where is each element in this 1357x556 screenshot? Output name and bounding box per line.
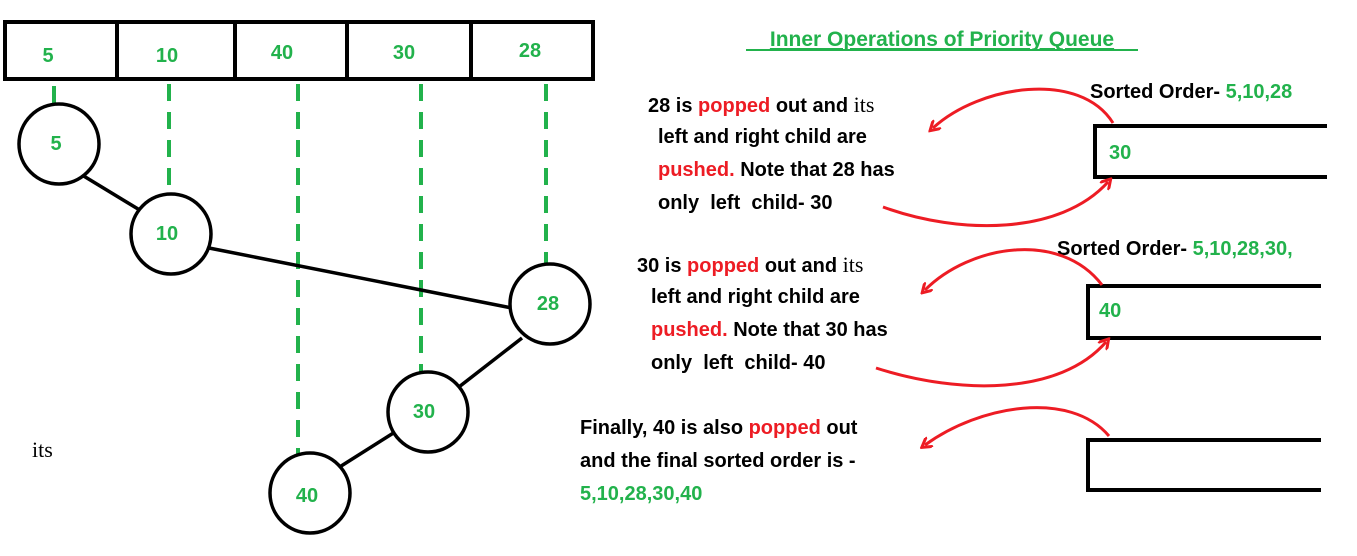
- svg-text:30: 30: [1109, 142, 1131, 164]
- array-cell-2: 10: [156, 45, 178, 67]
- svg-text:and the final sorted order is: and the final sorted order is -: [580, 450, 856, 472]
- svg-text:40: 40: [296, 485, 318, 507]
- step-1-description: 28 is popped out and its left and right …: [648, 92, 895, 214]
- svg-text:28: 28: [537, 293, 559, 315]
- svg-text:30 is popped out and its: 30 is popped out and its: [637, 252, 863, 277]
- svg-text:Sorted Order- 5,10,28,30,: Sorted Order- 5,10,28,30,: [1057, 238, 1293, 260]
- array-cell-3: 40: [271, 42, 293, 64]
- svg-text:only left child- 40: only left child- 40: [651, 352, 825, 374]
- step-1-queue-box: 30: [1093, 124, 1327, 179]
- step-2-sorted-order: Sorted Order- 5,10,28,30,: [1057, 238, 1293, 260]
- svg-text:5: 5: [50, 133, 61, 155]
- svg-text:Sorted Order- 5,10,28: Sorted Order- 5,10,28: [1090, 81, 1292, 103]
- tree-node-10: 10: [129, 192, 213, 276]
- svg-text:left and right child are: left and right child are: [651, 286, 860, 308]
- dashed-connectors: [52, 84, 548, 460]
- svg-text:pushed. Note that 30 has: pushed. Note that 30 has: [651, 319, 888, 341]
- diagram-title: Inner Operations of Priority Queue: [770, 28, 1114, 51]
- priority-queue-diagram: 5 10 40 30 28 5 10 28 30 40 its Inner Op…: [3, 20, 1327, 535]
- tree-nodes: 5 10 28 30 40: [17, 102, 592, 535]
- array-cell-1: 5: [42, 45, 53, 67]
- array-cell-4: 30: [393, 42, 415, 64]
- svg-text:10: 10: [156, 223, 178, 245]
- svg-text:left and right child are: left and right child are: [658, 126, 867, 148]
- stray-label: its: [32, 437, 53, 462]
- step-2-queue-box: 40: [1086, 284, 1321, 340]
- tree-node-40: 40: [268, 451, 352, 535]
- tree-node-5: 5: [17, 102, 101, 186]
- svg-text:5,10,28,30,40: 5,10,28,30,40: [580, 483, 702, 505]
- svg-text:28 is popped out and its: 28 is popped out and its: [648, 92, 874, 117]
- final-queue-box: [1086, 438, 1321, 492]
- svg-text:Finally, 40 is also popped out: Finally, 40 is also popped out: [580, 417, 858, 439]
- red-arrows: [875, 87, 1115, 445]
- array-cell-5: 28: [519, 40, 541, 62]
- step-2-description: 30 is popped out and its left and right …: [637, 252, 888, 374]
- svg-text:pushed. Note that 28 has: pushed. Note that 28 has: [658, 159, 895, 181]
- svg-text:40: 40: [1099, 300, 1121, 322]
- array-bar: 5 10 40 30 28: [3, 20, 595, 81]
- final-description: Finally, 40 is also popped out and the f…: [580, 417, 858, 505]
- tree-node-28: 28: [508, 262, 592, 346]
- svg-text:only left child- 30: only left child- 30: [658, 192, 832, 214]
- tree-node-30: 30: [386, 370, 470, 454]
- step-1-sorted-order: Sorted Order- 5,10,28: [1090, 81, 1292, 103]
- svg-text:30: 30: [413, 401, 435, 423]
